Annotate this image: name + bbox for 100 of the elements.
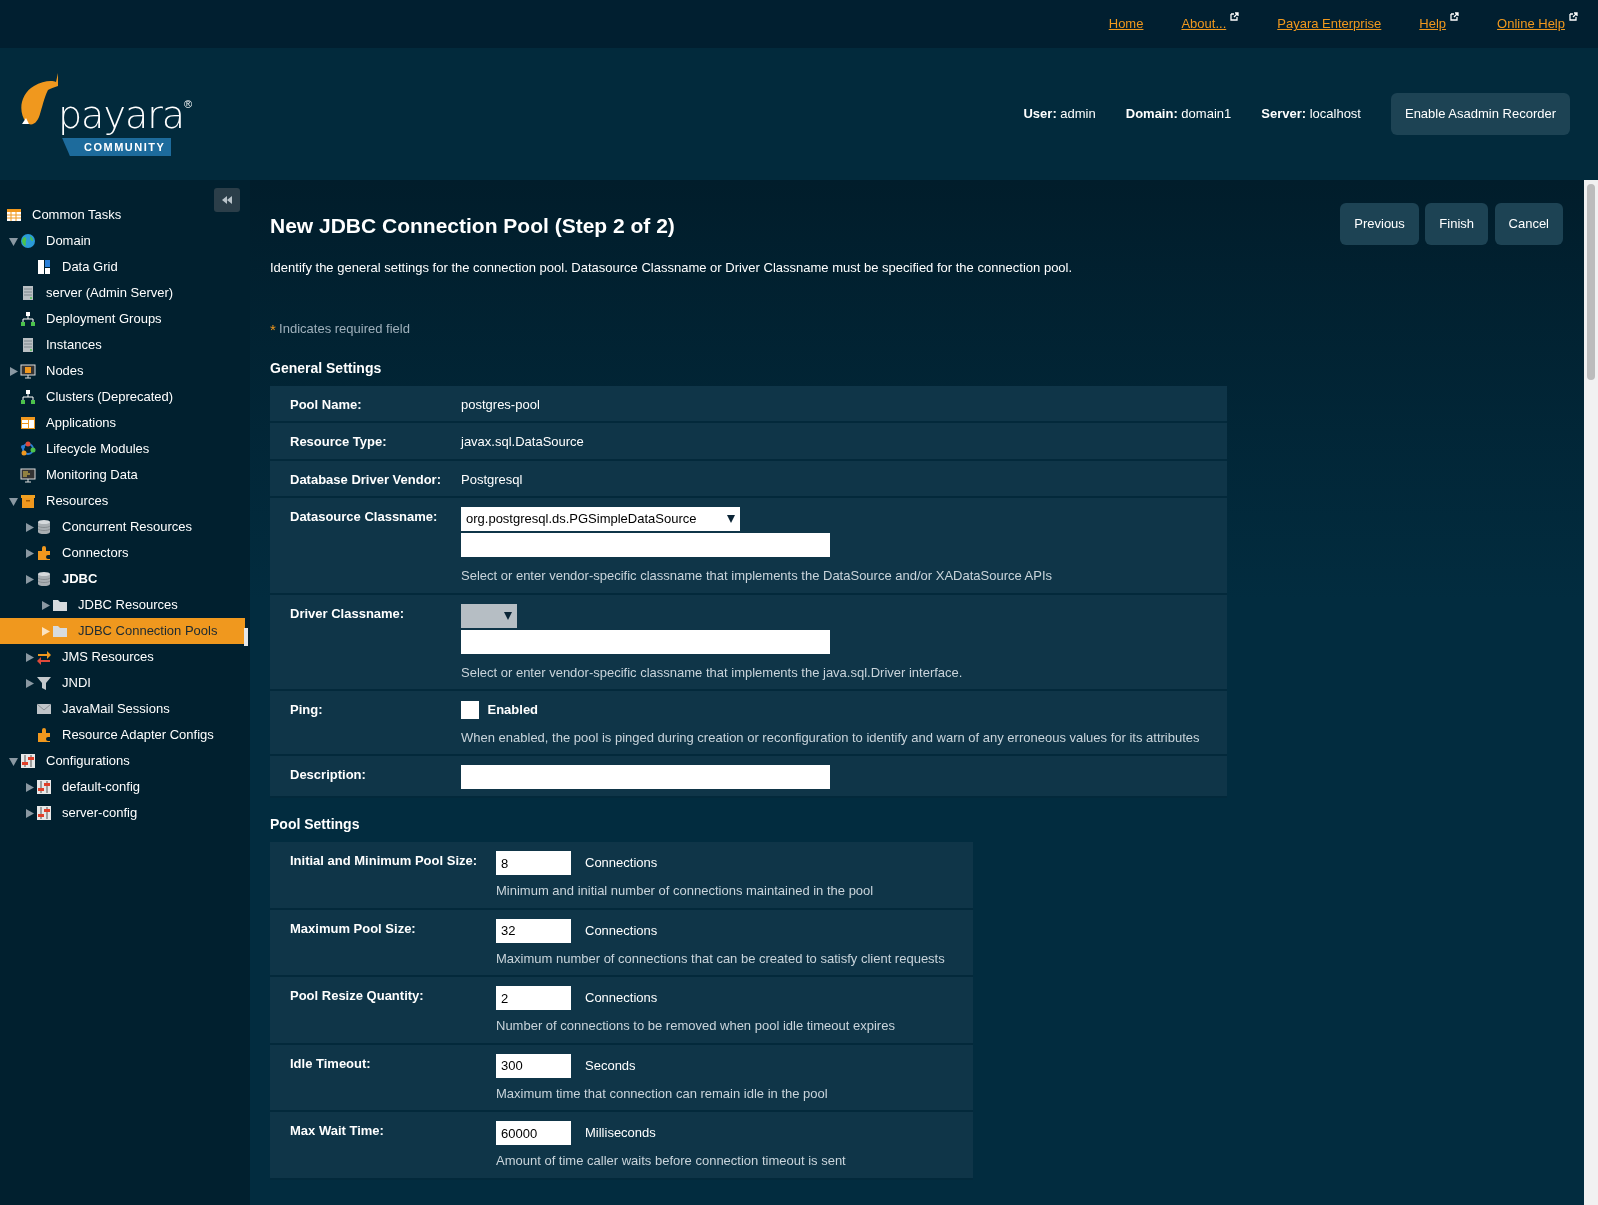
tree-item[interactable]: Common Tasks xyxy=(0,202,206,228)
field-label: Max Wait Time: xyxy=(290,1123,384,1138)
help-text: Number of connections to be removed when pool idle timeout expires xyxy=(496,1017,895,1035)
field-label: Ping: xyxy=(290,702,323,717)
help-text: When enabled, the pool is pinged during creation or reconfiguration to identify and warn of any erroneous values for its attributes xyxy=(461,728,1200,747)
collapsed-toggle[interactable] xyxy=(24,574,34,584)
collapsed-toggle[interactable] xyxy=(24,678,34,688)
puzzle-icon xyxy=(36,545,52,561)
tree-item[interactable]: Nodes xyxy=(0,358,245,384)
field-label: Maximum Pool Size: xyxy=(290,920,416,936)
classname-dropdown[interactable] xyxy=(461,603,517,628)
tree-item[interactable]: default-config xyxy=(0,774,245,800)
scrollbar-thumb[interactable] xyxy=(1587,184,1595,380)
collapsed-toggle[interactable] xyxy=(24,548,34,558)
arrows-icon xyxy=(36,649,52,665)
header-link[interactable]: Payara Enterprise xyxy=(1277,14,1382,34)
expanded-toggle[interactable] xyxy=(8,496,18,506)
collapsed-toggle[interactable] xyxy=(24,522,34,532)
server-icon xyxy=(20,285,36,301)
field-value: postgres-pool xyxy=(461,396,540,412)
collapse-icon xyxy=(222,196,232,204)
collapsed-toggle[interactable] xyxy=(24,782,34,792)
classname-field[interactable] xyxy=(461,629,830,654)
collapsed-toggle[interactable] xyxy=(40,600,50,610)
collapsed-toggle[interactable] xyxy=(40,626,50,636)
page-title: New JDBC Connection Pool (Step 2 of 2) xyxy=(270,213,675,239)
tree-item[interactable]: Clusters (Deprecated) xyxy=(0,384,245,410)
header-link[interactable]: Help xyxy=(1419,14,1447,34)
tree-item[interactable]: Instances xyxy=(0,332,245,358)
tree-item[interactable]: JDBC xyxy=(0,566,245,592)
wizard-button[interactable]: Previous xyxy=(1340,203,1419,245)
edition-badge: COMMUNITY xyxy=(62,137,172,157)
number-field[interactable]: 300 xyxy=(496,1053,571,1078)
tree-item[interactable]: JNDI xyxy=(0,670,245,696)
tree-item[interactable]: Monitoring Data xyxy=(0,462,245,488)
tree-item[interactable]: Data Grid xyxy=(0,254,245,280)
field-value: Postgresql xyxy=(461,471,523,487)
wizard-button[interactable]: Cancel xyxy=(1494,203,1563,245)
tree-item[interactable]: Domain xyxy=(0,228,245,254)
header-link[interactable]: About... xyxy=(1181,14,1227,34)
tree-item[interactable]: Connectors xyxy=(0,540,245,566)
field-label: Description: xyxy=(290,767,366,782)
cycle-icon xyxy=(20,441,36,457)
hierarchy-icon xyxy=(20,389,36,405)
envelope-icon xyxy=(36,701,52,717)
help-text: Maximum time that connection can remain idle in the pool xyxy=(496,1084,828,1103)
tree-item[interactable]: JDBC Resources xyxy=(0,592,245,618)
tree-item[interactable]: Deployment Groups xyxy=(0,306,245,332)
number-field[interactable]: 2 xyxy=(496,986,571,1010)
tree-item[interactable]: Resources xyxy=(0,488,245,514)
tree-item[interactable]: JMS Resources xyxy=(0,644,245,670)
collapsed-toggle[interactable] xyxy=(24,652,34,662)
required-note: Indicates required field xyxy=(279,320,410,338)
window-icon xyxy=(20,415,36,431)
checkbox[interactable] xyxy=(461,700,479,719)
session-info: Server: localhost xyxy=(1261,105,1361,124)
header-link[interactable]: Online Help xyxy=(1497,14,1565,34)
tree-item[interactable]: Resource Adapter Configs xyxy=(0,722,245,748)
description-field[interactable] xyxy=(461,765,830,789)
header-link[interactable]: Home xyxy=(1108,14,1144,34)
tree-item[interactable]: server-config xyxy=(0,800,245,826)
expanded-toggle[interactable] xyxy=(8,756,18,766)
tree-item[interactable]: Lifecycle Modules xyxy=(0,436,245,462)
folder-icon xyxy=(52,623,68,639)
required-mark: * xyxy=(270,320,276,340)
tree-item[interactable]: Applications xyxy=(0,410,245,436)
help-text: Select or enter vendor-specific classname that implements the DataSource and/or XADataSource APIs xyxy=(461,567,1053,585)
recorder-button[interactable]: Enable Asadmin Recorder xyxy=(1390,93,1570,135)
tree-item[interactable]: server (Admin Server) xyxy=(0,280,245,306)
field-label: Pool Resize Quantity: xyxy=(290,988,424,1003)
page-description: Identify the general settings for the connection pool. Datasource Classname or Driver Classname must be specified for the connection pool. xyxy=(270,258,1074,277)
external-link-icon xyxy=(1450,12,1460,22)
unit-label: Seconds xyxy=(585,1056,636,1075)
collapsed-toggle[interactable] xyxy=(8,366,18,376)
caret-icon xyxy=(504,611,512,620)
session-info: User: admin xyxy=(1023,105,1096,124)
tree-item[interactable]: JavaMail Sessions xyxy=(0,696,245,722)
logo-wordmark: payara xyxy=(58,95,185,134)
number-field[interactable]: 60000 xyxy=(496,1121,571,1145)
field-label: Initial and Minimum Pool Size: xyxy=(290,853,478,868)
classname-dropdown[interactable]: org.postgresql.ds.PGSimpleDataSource xyxy=(461,507,740,531)
checkbox-label: Enabled xyxy=(487,701,539,719)
field-label: Idle Timeout: xyxy=(290,1055,371,1071)
number-field[interactable]: 8 xyxy=(496,851,571,875)
sliders-icon xyxy=(20,753,36,769)
tree-item[interactable]: JDBC Connection Pools xyxy=(0,618,245,644)
classname-field[interactable] xyxy=(461,533,830,557)
collapse-button[interactable] xyxy=(214,188,240,212)
puzzle-icon xyxy=(36,727,52,743)
wizard-button[interactable]: Finish xyxy=(1425,203,1489,245)
expanded-toggle[interactable] xyxy=(8,236,18,246)
field-value: javax.sql.DataSource xyxy=(461,434,584,449)
monitor-icon xyxy=(20,363,36,379)
folder-icon xyxy=(52,597,68,613)
collapsed-toggle[interactable] xyxy=(24,808,34,818)
tree-item[interactable]: Configurations xyxy=(0,748,245,774)
number-field[interactable]: 32 xyxy=(496,918,571,943)
tree-item[interactable]: Concurrent Resources xyxy=(0,514,245,540)
sliders-icon xyxy=(36,779,52,795)
external-link-icon xyxy=(1569,12,1578,22)
